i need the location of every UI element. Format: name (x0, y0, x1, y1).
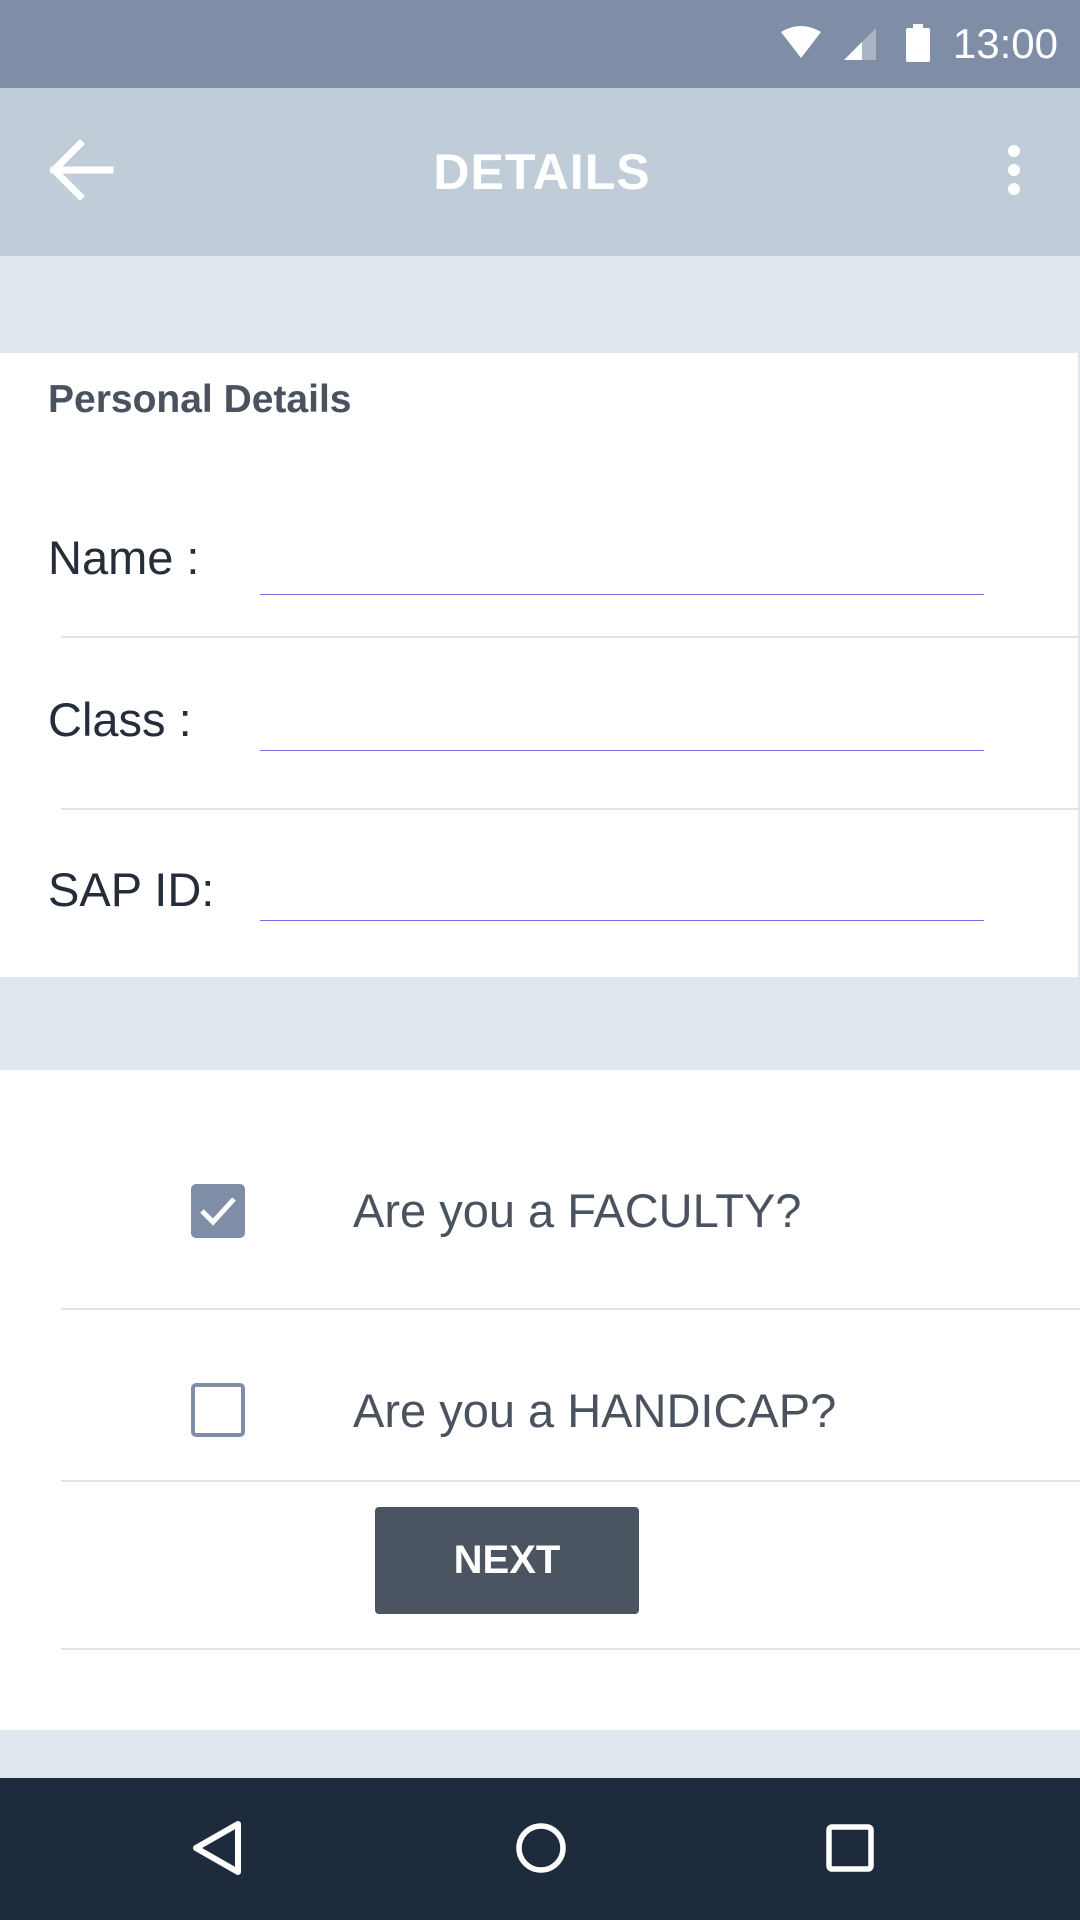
battery-icon (906, 24, 930, 67)
nav-back-button[interactable] (175, 1808, 259, 1892)
divider (61, 636, 1080, 638)
wifi-icon (780, 26, 822, 67)
name-label: Name : (48, 531, 200, 584)
status-time: 13:00 (952, 20, 1058, 67)
more-vert-icon (1006, 144, 1022, 201)
sap-id-label: SAP ID: (48, 863, 215, 916)
handicap-checkbox[interactable] (191, 1383, 245, 1437)
next-button[interactable]: NEXT (375, 1507, 639, 1614)
more-options-button[interactable] (990, 136, 1038, 208)
handicap-question-label: Are you a HANDICAP? (353, 1384, 837, 1437)
divider (61, 1480, 1080, 1482)
divider (61, 808, 1080, 810)
name-input[interactable] (260, 546, 984, 595)
divider (61, 1648, 1080, 1650)
cellular-signal-icon (842, 26, 876, 65)
recents-square-icon (825, 1823, 875, 1878)
back-triangle-icon (190, 1819, 244, 1882)
sap-id-input[interactable] (260, 872, 984, 921)
home-circle-icon (515, 1822, 567, 1879)
divider (61, 1308, 1080, 1310)
faculty-question-label: Are you a FACULTY? (353, 1184, 802, 1237)
nav-home-button[interactable] (499, 1808, 583, 1892)
page-title: DETAILS (433, 144, 651, 200)
section-title: Personal Details (48, 378, 352, 421)
class-label: Class : (48, 693, 192, 746)
faculty-checkbox[interactable] (191, 1184, 245, 1238)
nav-recents-button[interactable] (808, 1808, 892, 1892)
class-input[interactable] (260, 702, 984, 751)
checkmark-icon (191, 1197, 245, 1242)
